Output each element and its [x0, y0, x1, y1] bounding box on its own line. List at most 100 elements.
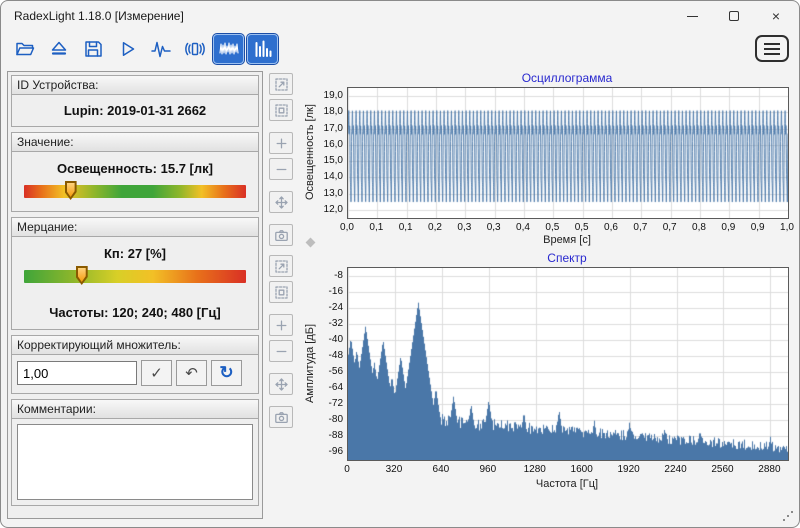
y-tick-label: 17,0 [313, 123, 343, 134]
window-controls: × [671, 1, 797, 31]
device-id-value: Lupin: 2019-01-31 2662 [12, 95, 258, 126]
zoom-in-button[interactable] [269, 314, 293, 336]
y-tick-label: -64 [313, 382, 343, 393]
pan-button[interactable] [269, 191, 293, 213]
hamburger-menu-icon [764, 53, 780, 55]
confirm-button[interactable]: ✓ [141, 360, 172, 386]
y-tick-label: -24 [313, 302, 343, 313]
y-tick-label: 18,0 [313, 106, 343, 117]
flicker-kp-value: Кп: 27 [%] [12, 237, 258, 270]
play-button[interactable] [111, 34, 142, 64]
x-tick-label: 0,1 [399, 222, 413, 233]
oscillogram-title: Осциллограмма [347, 71, 787, 85]
menu-button[interactable] [755, 35, 789, 62]
measurement-panel: ID Устройства: Lupin: 2019-01-31 2662 Зн… [7, 71, 263, 519]
oscillogram-toggle-button[interactable] [213, 34, 244, 64]
flicker-scale [24, 270, 246, 283]
flicker-group: Мерцание: Кп: 27 [%] Частоты: 120; 240; … [11, 217, 259, 330]
x-tick-label: 1920 [617, 464, 639, 475]
x-tick-label: 2560 [711, 464, 733, 475]
camera-button[interactable] [269, 224, 293, 246]
x-tick-label: 1280 [524, 464, 546, 475]
x-tick-label: 1,0 [780, 222, 794, 233]
close-button[interactable]: × [755, 1, 797, 31]
x-tick-label: 320 [386, 464, 403, 475]
x-tick-label: 0,9 [751, 222, 765, 233]
y-tick-label: 15,0 [313, 155, 343, 166]
illuminance-marker [65, 181, 77, 200]
x-tick-label: 2880 [758, 464, 780, 475]
flicker-marker [76, 266, 88, 285]
zoom-selection-button[interactable] [269, 255, 293, 277]
eject-button[interactable] [43, 34, 74, 64]
check-icon: ✓ [150, 364, 163, 382]
open-file-button[interactable] [9, 34, 40, 64]
comments-textarea[interactable] [17, 424, 253, 500]
zoom-region-icon [274, 103, 289, 118]
oscillogram-canvas[interactable] [348, 88, 788, 218]
x-tick-label: 0,3 [487, 222, 501, 233]
refresh-icon: ↻ [219, 363, 233, 383]
y-tick-label: -48 [313, 350, 343, 361]
y-tick-label: -80 [313, 414, 343, 425]
x-tick-label: 0,8 [692, 222, 706, 233]
zoom-out-icon [274, 344, 289, 359]
save-icon [82, 38, 104, 60]
folder-open-icon [14, 38, 36, 60]
pan-icon [274, 195, 289, 210]
zoom-in-button[interactable] [269, 132, 293, 154]
zoom-out-icon [274, 162, 289, 177]
comments-label: Комментарии: [12, 400, 258, 419]
zoom-selection-button[interactable] [269, 73, 293, 95]
multiplier-input[interactable] [17, 361, 137, 385]
spectrum-icon [252, 38, 274, 60]
y-tick-label: 12,0 [313, 204, 343, 215]
maximize-button[interactable] [713, 1, 755, 31]
maximize-icon [729, 11, 739, 21]
hamburger-menu-icon [764, 43, 780, 45]
minimize-icon [687, 16, 698, 17]
pan-button[interactable] [269, 373, 293, 395]
zoom-out-button[interactable] [269, 340, 293, 362]
zoom-out-button[interactable] [269, 158, 293, 180]
value-label: Значение: [12, 133, 258, 152]
value-group: Значение: Освещенность: 15.7 [лк] [11, 132, 259, 212]
camera-button[interactable] [269, 406, 293, 428]
title-bar[interactable]: RadexLight 1.18.0 [Измерение] × [1, 1, 799, 31]
eject-icon [48, 38, 70, 60]
oscillogram-plot-area [347, 87, 789, 219]
device-id-group: ID Устройства: Lupin: 2019-01-31 2662 [11, 75, 259, 127]
window-title: RadexLight 1.18.0 [Измерение] [14, 9, 184, 23]
x-tick-label: 0,3 [457, 222, 471, 233]
pan-icon [274, 377, 289, 392]
minimize-button[interactable] [671, 1, 713, 31]
zoom-selection-icon [274, 77, 289, 92]
spectrum-tools [269, 255, 295, 428]
resize-grip[interactable] [791, 511, 793, 513]
spectrum-canvas[interactable] [348, 268, 788, 460]
spectrum-x-axis-label: Частота [Гц] [347, 478, 787, 490]
save-button[interactable] [77, 34, 108, 64]
device-id-label: ID Устройства: [12, 76, 258, 95]
multiplier-group: Корректирующий множитель: ✓ ↶ ↻ [11, 335, 259, 394]
multiplier-row: ✓ ↶ ↻ [12, 355, 258, 393]
zoom-region-button[interactable] [269, 281, 293, 303]
y-tick-label: 14,0 [313, 171, 343, 182]
y-tick-label: 16,0 [313, 139, 343, 150]
zoom-region-button[interactable] [269, 99, 293, 121]
y-tick-label: -8 [313, 270, 343, 281]
hamburger-menu-icon [764, 48, 780, 50]
vibration-button[interactable] [179, 34, 210, 64]
zoom-in-icon [274, 136, 289, 151]
x-tick-label: 640 [433, 464, 450, 475]
y-tick-label: -88 [313, 430, 343, 441]
spectrum-toggle-button[interactable] [247, 34, 278, 64]
close-icon: × [772, 9, 780, 23]
y-tick-label: -32 [313, 318, 343, 329]
x-tick-label: 0,9 [721, 222, 735, 233]
pulse-signal-button[interactable] [145, 34, 176, 64]
refresh-button[interactable]: ↻ [211, 360, 242, 386]
zoom-region-icon [274, 285, 289, 300]
x-tick-label: 0,6 [604, 222, 618, 233]
undo-button[interactable]: ↶ [176, 360, 207, 386]
